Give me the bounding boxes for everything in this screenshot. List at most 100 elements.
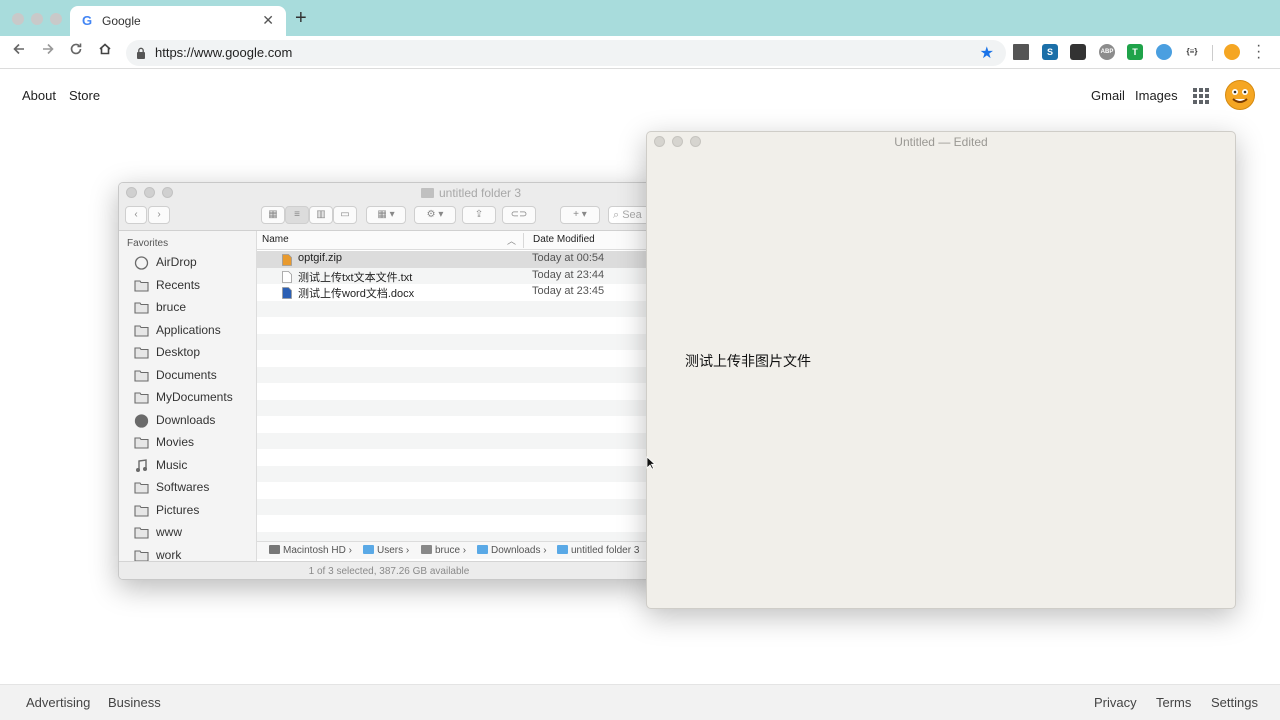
empty-row — [257, 399, 657, 416]
path-segment[interactable]: untitled folder 3 — [557, 545, 639, 556]
close-tab-icon[interactable]: ✕ — [262, 12, 274, 29]
ghostery-icon[interactable]: T — [1127, 44, 1143, 60]
privacy-link[interactable]: Privacy — [1094, 695, 1137, 710]
new-item-icon[interactable]: + ▾ — [560, 206, 600, 224]
browser-tab[interactable]: G Google ✕ — [70, 6, 286, 36]
sidebar-item-applications[interactable]: Applications — [134, 322, 254, 340]
close-window-button[interactable] — [12, 13, 24, 25]
path-segment[interactable]: bruce › — [421, 545, 466, 556]
empty-row — [257, 333, 657, 350]
tab-title: Google — [102, 14, 141, 28]
folder-icon — [134, 526, 149, 539]
business-link[interactable]: Business — [108, 695, 161, 710]
chevron-right-icon: › — [540, 545, 547, 556]
documents-icon — [134, 369, 149, 382]
bookmark-star-icon[interactable]: ★ — [980, 43, 994, 63]
file-name: optgif.zip — [298, 252, 343, 264]
file-row[interactable]: optgif.zip Today at 00:54 — [257, 251, 657, 268]
folder-icon — [134, 549, 149, 561]
file-name: 测试上传txt文本文件.txt — [298, 271, 413, 284]
empty-row — [257, 366, 657, 383]
minimize-window-button[interactable] — [31, 13, 43, 25]
date-column-header[interactable]: Date Modified — [533, 234, 595, 245]
finder-forward-icon[interactable]: › — [148, 206, 170, 224]
back-icon[interactable] — [9, 42, 29, 62]
action-gear-icon[interactable]: ⚙ ▾ — [414, 206, 456, 224]
path-segment[interactable]: Users › — [363, 545, 409, 556]
finder-minimize-button[interactable] — [144, 187, 155, 198]
account-avatar[interactable] — [1225, 80, 1255, 110]
file-date: Today at 00:54 — [532, 252, 605, 264]
browser-toolbar: https://www.google.com ★ S ABP T {≡} · · · — [0, 36, 1280, 69]
store-link[interactable]: Store — [69, 88, 100, 103]
finder-toolbar: untitled folder 3 ‹ › ▦ ≡ ▥ ▭ ▦ ▾ ⚙ ▾ ⇪ … — [119, 183, 657, 231]
group-by-icon[interactable]: ▦ ▾ — [366, 206, 406, 224]
json-icon[interactable]: {≡} — [1184, 44, 1200, 60]
name-column-header[interactable]: Name — [262, 234, 289, 245]
file-row[interactable]: 测试上传word文档.docx Today at 23:45 — [257, 284, 657, 301]
column-view-icon[interactable]: ▥ — [309, 206, 333, 224]
txt-icon — [282, 270, 292, 283]
empty-row — [257, 498, 657, 515]
finder-close-button[interactable] — [126, 187, 137, 198]
about-link[interactable]: About — [22, 88, 56, 103]
path-segment[interactable]: Macintosh HD › — [269, 545, 352, 556]
folder-icon — [421, 188, 434, 198]
terms-link[interactable]: Terms — [1156, 695, 1191, 710]
zoom-window-button[interactable] — [50, 13, 62, 25]
google-favicon-icon: G — [82, 13, 93, 28]
forward-icon[interactable] — [38, 42, 58, 62]
gallery-view-icon[interactable]: ▭ — [333, 206, 357, 224]
file-list: optgif.zip Today at 00:54 测试上传txt文本文件.txt T… — [257, 251, 657, 543]
sidebar-item-label: Documents — [156, 367, 217, 382]
reload-icon[interactable] — [66, 42, 86, 62]
vpn-icon[interactable] — [1156, 44, 1172, 60]
file-date: Today at 23:45 — [532, 285, 605, 297]
advertising-link[interactable]: Advertising — [26, 695, 90, 710]
sidebar-item-music[interactable]: Music — [134, 457, 254, 475]
tag-icon[interactable]: ⊂⊃ — [502, 206, 536, 224]
icon-view-icon[interactable]: ▦ — [261, 206, 285, 224]
path-folder-icon — [477, 545, 488, 554]
snagit-icon[interactable]: S — [1042, 44, 1058, 60]
column-separator[interactable] — [523, 233, 524, 248]
file-row[interactable]: 测试上传txt文本文件.txt Today at 23:44 — [257, 267, 657, 284]
image-icon[interactable] — [1070, 44, 1086, 60]
sidebar-item-label: Movies — [156, 435, 195, 449]
empty-row — [257, 432, 657, 449]
empty-row — [257, 465, 657, 482]
finder-back-icon[interactable]: ‹ — [125, 206, 147, 224]
finder-zoom-button[interactable] — [162, 187, 173, 198]
path-segment[interactable]: Downloads › — [477, 545, 547, 556]
sidebar-item-documents[interactable]: Documents — [134, 367, 254, 385]
sidebar-item-softwares[interactable]: Softwares — [134, 479, 254, 497]
document-text[interactable]: 测试上传非图片文件 — [685, 351, 811, 371]
list-view-icon[interactable]: ≡ — [285, 206, 309, 224]
mouse-pointer-icon — [646, 456, 656, 470]
images-link[interactable]: Images — [1135, 88, 1178, 103]
textedit-window: Untitled — Edited 测试上传非图片文件 — [646, 131, 1236, 609]
chrome-menu-icon[interactable]: · · · — [1256, 38, 1261, 66]
google-apps-icon[interactable] — [1193, 88, 1209, 104]
share-icon[interactable]: ⇪ — [462, 206, 496, 224]
sidebar-item-bruce[interactable]: bruce — [134, 299, 254, 317]
address-bar[interactable]: https://www.google.com ★ — [126, 40, 1006, 66]
sidebar-item-pictures[interactable]: Pictures — [134, 502, 254, 520]
abp-icon[interactable]: ABP — [1099, 44, 1115, 60]
sidebar-item-mydocuments[interactable]: MyDocuments — [134, 389, 254, 407]
new-tab-button[interactable]: + — [295, 8, 307, 28]
sidebar-item-movies[interactable]: Movies — [134, 434, 254, 452]
sort-ascending-icon: ︿ — [507, 236, 517, 246]
qr-icon[interactable] — [1013, 44, 1029, 60]
sidebar-item-recents[interactable]: Recents — [134, 277, 254, 295]
sidebar-item-desktop[interactable]: Desktop — [134, 344, 254, 362]
emoji-icon[interactable] — [1224, 44, 1240, 60]
settings-link[interactable]: Settings — [1211, 695, 1258, 710]
sidebar-item-www[interactable]: www — [134, 524, 254, 542]
gmail-link[interactable]: Gmail — [1091, 88, 1125, 103]
sidebar-item-airdrop[interactable]: AirDrop — [134, 254, 254, 272]
home-icon[interactable] — [95, 42, 115, 62]
sidebar-item-downloads[interactable]: Downloads — [134, 412, 254, 430]
path-label: untitled folder 3 — [571, 545, 640, 556]
sidebar-item-work[interactable]: work — [134, 547, 254, 561]
